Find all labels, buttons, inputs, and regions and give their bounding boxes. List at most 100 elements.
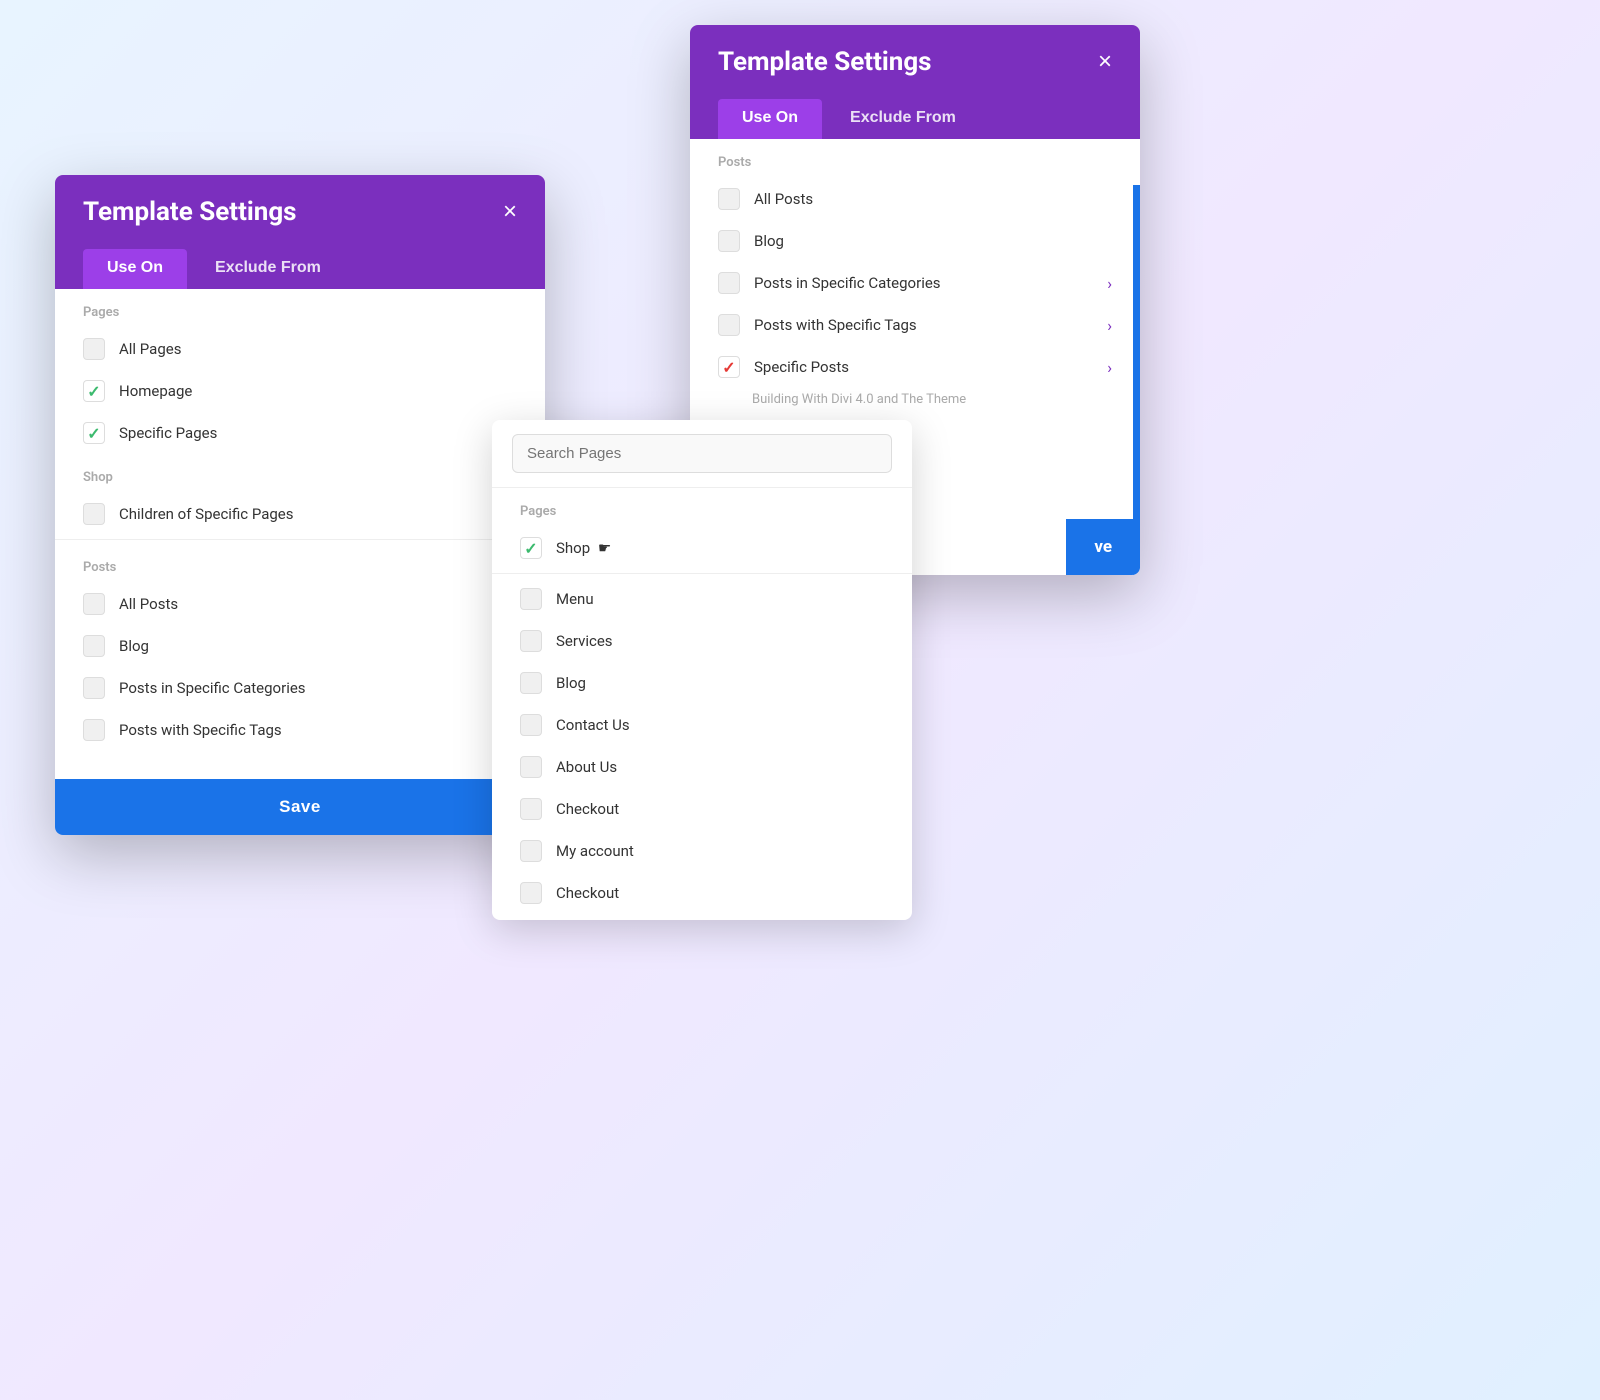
close-button-right[interactable]: × [1098, 50, 1112, 74]
checkbox-children-specific[interactable] [83, 503, 105, 525]
building-note: Building With Divi 4.0 and The Theme [690, 388, 1140, 417]
modal-header-left: Template Settings × [55, 175, 545, 249]
item-label-blog-right: Blog [754, 232, 1112, 250]
list-item-children-specific[interactable]: Children of Specific Pages › [55, 493, 545, 535]
search-results-body: Pages ✓ Shop ☛ Menu Services Blog Contac… [492, 488, 912, 920]
checkbox-menu[interactable] [520, 588, 542, 610]
item-label-checkout: Checkout [556, 800, 884, 818]
tab-use-on-right[interactable]: Use On [718, 99, 822, 139]
list-item-posts-categories-right[interactable]: Posts in Specific Categories › [690, 262, 1140, 304]
checkmark-specific-pages: ✓ [87, 424, 100, 443]
section-label-shop-left: Shop [55, 454, 545, 493]
list-item-posts-categories-left[interactable]: Posts in Specific Categories › [55, 667, 545, 709]
section-label-pages-left: Pages [55, 289, 545, 328]
modal-header-right: Template Settings × [690, 25, 1140, 99]
list-item-contact-us[interactable]: Contact Us [492, 704, 912, 746]
checkmark-homepage: ✓ [87, 382, 100, 401]
item-label-specific-posts-right: Specific Posts [754, 358, 1107, 376]
item-label-children-specific: Children of Specific Pages [119, 505, 512, 523]
list-item-all-pages[interactable]: All Pages [55, 328, 545, 370]
tab-use-on-left[interactable]: Use On [83, 249, 187, 289]
item-label-posts-tags-left: Posts with Specific Tags [119, 721, 512, 739]
item-label-menu: Menu [556, 590, 884, 608]
list-item-all-posts-left[interactable]: All Posts [55, 583, 545, 625]
checkbox-about-us[interactable] [520, 756, 542, 778]
checkbox-checkout2[interactable] [520, 882, 542, 904]
search-input[interactable] [512, 434, 892, 473]
section-label-posts-left: Posts [55, 544, 545, 583]
save-button-right[interactable]: ve [1066, 519, 1140, 575]
list-item-blog-right[interactable]: Blog [690, 220, 1140, 262]
modal-search-pages[interactable]: Pages ✓ Shop ☛ Menu Services Blog Contac… [492, 420, 912, 920]
scroll-bar-right [1133, 185, 1140, 575]
item-label-checkout2: Checkout [556, 884, 884, 902]
search-box [492, 420, 912, 488]
checkbox-homepage[interactable]: ✓ [83, 380, 105, 402]
modal-tabs-left: Use On Exclude From [55, 249, 545, 289]
checkbox-posts-tags-left[interactable] [83, 719, 105, 741]
checkbox-posts-tags-right[interactable] [718, 314, 740, 336]
tab-exclude-from-left[interactable]: Exclude From [191, 249, 345, 289]
arrow-posts-tags-right: › [1107, 316, 1112, 335]
cursor-icon: ☛ [598, 539, 611, 557]
item-label-posts-categories-right: Posts in Specific Categories [754, 274, 1107, 292]
item-label-posts-tags-right: Posts with Specific Tags [754, 316, 1107, 334]
checkbox-blog-left[interactable] [83, 635, 105, 657]
checkbox-contact-us[interactable] [520, 714, 542, 736]
section-label-pages-search: Pages [492, 488, 912, 527]
checkbox-all-pages[interactable] [83, 338, 105, 360]
list-item-blog-search[interactable]: Blog [492, 662, 912, 704]
list-item-blog-left[interactable]: Blog [55, 625, 545, 667]
list-item-posts-tags-right[interactable]: Posts with Specific Tags › [690, 304, 1140, 346]
item-label-all-pages: All Pages [119, 340, 517, 358]
close-button-left[interactable]: × [503, 200, 517, 224]
list-item-specific-posts-right[interactable]: ✓ Specific Posts › [690, 346, 1140, 388]
item-label-all-posts-left: All Posts [119, 595, 517, 613]
list-item-specific-pages[interactable]: ✓ Specific Pages › [55, 412, 545, 454]
list-item-my-account[interactable]: My account [492, 830, 912, 872]
modal-title-left: Template Settings [83, 197, 297, 227]
list-item-all-posts-right[interactable]: All Posts [690, 178, 1140, 220]
modal-title-right: Template Settings [718, 47, 932, 77]
list-item-homepage[interactable]: ✓ Homepage [55, 370, 545, 412]
list-item-checkout2[interactable]: Checkout [492, 872, 912, 914]
item-label-all-posts-right: All Posts [754, 190, 1112, 208]
arrow-specific-posts-right: › [1107, 358, 1112, 377]
checkbox-blog-right[interactable] [718, 230, 740, 252]
list-item-shop-search[interactable]: ✓ Shop ☛ [492, 527, 912, 569]
checkbox-specific-pages[interactable]: ✓ [83, 422, 105, 444]
item-label-services: Services [556, 632, 884, 650]
modal-body-left: Pages All Pages ✓ Homepage ✓ Specific Pa… [55, 289, 545, 779]
tab-exclude-from-right[interactable]: Exclude From [826, 99, 980, 139]
item-label-specific-pages: Specific Pages [119, 424, 512, 442]
checkmark-shop-search: ✓ [524, 539, 537, 558]
checkbox-services[interactable] [520, 630, 542, 652]
checkbox-checkout[interactable] [520, 798, 542, 820]
item-label-blog-search: Blog [556, 674, 884, 692]
arrow-posts-categories-right: › [1107, 274, 1112, 293]
save-button-left[interactable]: Save [55, 779, 545, 835]
modal-template-settings-left[interactable]: Template Settings × Use On Exclude From … [55, 175, 545, 835]
list-item-checkout[interactable]: Checkout [492, 788, 912, 830]
section-label-posts-right: Posts [690, 139, 1140, 178]
list-item-posts-tags-left[interactable]: Posts with Specific Tags › [55, 709, 545, 751]
checkbox-my-account[interactable] [520, 840, 542, 862]
item-label-homepage: Homepage [119, 382, 517, 400]
checkbox-all-posts-left[interactable] [83, 593, 105, 615]
item-label-shop-search: Shop ☛ [556, 539, 884, 557]
checkbox-shop-search[interactable]: ✓ [520, 537, 542, 559]
checkbox-specific-posts-right[interactable]: ✓ [718, 356, 740, 378]
item-label-about-us: About Us [556, 758, 884, 776]
modal-tabs-right: Use On Exclude From [690, 99, 1140, 139]
list-item-about-us[interactable]: About Us [492, 746, 912, 788]
list-item-services[interactable]: Services [492, 620, 912, 662]
item-label-contact-us: Contact Us [556, 716, 884, 734]
item-label-blog-left: Blog [119, 637, 517, 655]
item-label-my-account: My account [556, 842, 884, 860]
checkbox-posts-categories-right[interactable] [718, 272, 740, 294]
checkbox-posts-categories-left[interactable] [83, 677, 105, 699]
checkbox-all-posts-right[interactable] [718, 188, 740, 210]
list-item-menu[interactable]: Menu [492, 578, 912, 620]
checkbox-blog-search[interactable] [520, 672, 542, 694]
item-label-posts-categories-left: Posts in Specific Categories [119, 679, 512, 697]
